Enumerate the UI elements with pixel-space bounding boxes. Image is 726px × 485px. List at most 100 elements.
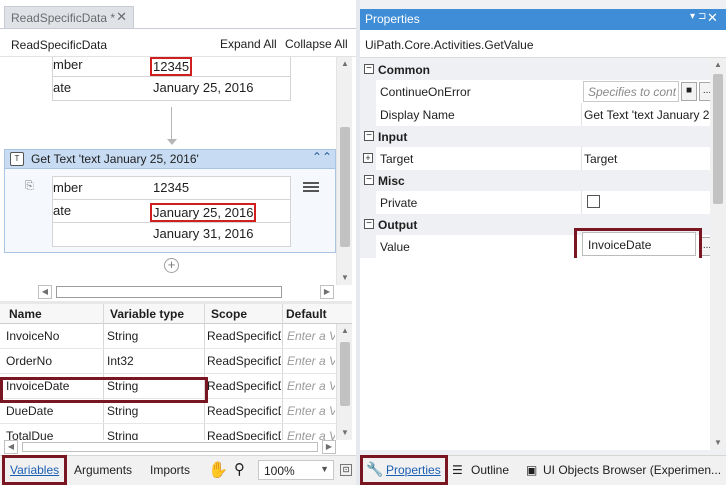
- scroll-left-icon[interactable]: ◀: [4, 440, 18, 454]
- scroll-thumb[interactable]: [713, 74, 723, 204]
- cell-divider: [581, 147, 582, 170]
- close-icon[interactable]: ✕: [707, 10, 718, 26]
- variable-type[interactable]: String: [107, 404, 138, 418]
- table-row: mber 12345: [53, 177, 290, 200]
- variable-default[interactable]: Enter a V: [287, 379, 335, 393]
- property-row-continue-on-error[interactable]: ContinueOnError Specifies to conti ■ ...: [360, 80, 726, 103]
- scroll-left-icon[interactable]: ◀: [38, 285, 52, 299]
- scroll-thumb[interactable]: [340, 342, 350, 406]
- properties-titlebar: Properties ▾ ⊐ ✕: [360, 9, 726, 30]
- tab-ui-objects-browser[interactable]: UI Objects Browser (Experimen...: [543, 463, 721, 477]
- expression-editor-icon[interactable]: ■: [681, 82, 697, 101]
- expand-all-button[interactable]: Expand All: [220, 37, 277, 51]
- scroll-right-icon[interactable]: ▶: [320, 285, 334, 299]
- variable-type[interactable]: String: [107, 329, 138, 343]
- table-row: January 31, 2016: [53, 223, 290, 246]
- row-value: January 31, 2016: [153, 226, 254, 241]
- variable-type[interactable]: Int32: [107, 354, 134, 368]
- table-row[interactable]: OrderNo Int32 ReadSpecificD Enter a V: [0, 349, 336, 374]
- category-misc[interactable]: − Misc: [360, 170, 726, 191]
- document-tab[interactable]: ReadSpecificData * ✕: [4, 6, 134, 28]
- tab-outline[interactable]: Outline: [471, 463, 509, 477]
- collapse-all-button[interactable]: Collapse All: [285, 37, 348, 51]
- variable-scope[interactable]: ReadSpecificD: [207, 329, 281, 343]
- pin-icon[interactable]: ⊐: [698, 11, 706, 22]
- variable-default[interactable]: Enter a V: [287, 404, 335, 418]
- column-header-name[interactable]: Name: [9, 307, 42, 321]
- category-common[interactable]: − Common: [360, 59, 726, 80]
- scroll-up-icon[interactable]: ▲: [337, 57, 353, 71]
- add-activity-icon[interactable]: +: [164, 258, 179, 273]
- variable-type[interactable]: String: [107, 429, 138, 440]
- dropdown-arrow-icon[interactable]: ▾: [690, 11, 695, 22]
- variable-default[interactable]: Enter a V: [287, 329, 335, 343]
- column-header-default[interactable]: Default: [286, 307, 327, 321]
- input-placeholder: Specifies to conti: [588, 85, 676, 99]
- zoom-search-icon[interactable]: ⚲: [234, 460, 245, 478]
- row-gutter: [360, 80, 376, 103]
- variables-vertical-scrollbar[interactable]: ▲ ▼: [336, 324, 352, 440]
- row-label: mber: [53, 57, 83, 72]
- target-value[interactable]: Target: [584, 152, 722, 166]
- scroll-down-icon[interactable]: ▼: [710, 436, 726, 450]
- scroll-thumb[interactable]: [340, 127, 350, 247]
- sequence-connector: [171, 107, 172, 139]
- property-row-private[interactable]: Private: [360, 191, 726, 214]
- hand-pan-icon[interactable]: ✋: [208, 460, 228, 480]
- collapse-toggle-icon[interactable]: −: [364, 64, 374, 74]
- scroll-down-icon[interactable]: ▼: [337, 426, 352, 440]
- canvas-horizontal-scrollbar[interactable]: ◀ ▶: [0, 285, 352, 299]
- collapse-toggle-icon[interactable]: −: [364, 131, 374, 141]
- property-row-target[interactable]: + Target Target: [360, 147, 726, 170]
- variable-scope[interactable]: ReadSpecificD: [207, 404, 281, 418]
- breadcrumb[interactable]: ReadSpecificData: [11, 38, 107, 52]
- tab-imports[interactable]: Imports: [150, 463, 190, 477]
- category-label: Misc: [378, 174, 405, 188]
- variable-name[interactable]: DueDate: [6, 404, 53, 418]
- properties-vertical-scrollbar[interactable]: ▲ ▼: [710, 58, 726, 450]
- activity-menu-icon[interactable]: [303, 180, 319, 194]
- fit-to-screen-icon[interactable]: ⊡: [340, 464, 352, 476]
- scroll-up-icon[interactable]: ▲: [710, 58, 726, 72]
- property-row-display-name[interactable]: Display Name Get Text 'text January 25,: [360, 103, 726, 126]
- category-label: Common: [378, 63, 430, 77]
- scroll-right-icon[interactable]: ▶: [322, 440, 336, 454]
- variable-name[interactable]: TotalDue: [6, 429, 53, 440]
- expand-toggle-icon[interactable]: +: [363, 153, 373, 163]
- canvas-vertical-scrollbar[interactable]: ▲ ▼: [336, 57, 352, 285]
- column-header-scope[interactable]: Scope: [211, 307, 247, 321]
- table-row[interactable]: InvoiceNo String ReadSpecificD Enter a V: [0, 324, 336, 349]
- variable-default[interactable]: Enter a V: [287, 354, 335, 368]
- private-checkbox[interactable]: [587, 195, 600, 208]
- table-row: mber 12345: [53, 57, 290, 77]
- variable-scope[interactable]: ReadSpecificD: [207, 354, 281, 368]
- row-value: January 25, 2016: [153, 80, 254, 95]
- scroll-up-icon[interactable]: ▲: [337, 324, 352, 338]
- workflow-designer-panel: ReadSpecificData * ✕ ReadSpecificData Ex…: [0, 0, 356, 485]
- collapse-toggle-icon[interactable]: −: [364, 219, 374, 229]
- zoom-select[interactable]: 100% ▼: [258, 460, 334, 480]
- tab-arguments[interactable]: Arguments: [74, 463, 132, 477]
- variable-default[interactable]: Enter a V: [287, 429, 335, 440]
- table-row[interactable]: TotalDue String ReadSpecificD Enter a V: [0, 424, 336, 440]
- scroll-thumb[interactable]: [22, 442, 318, 452]
- variable-scope[interactable]: ReadSpecificD: [207, 379, 281, 393]
- get-text-activity[interactable]: T Get Text 'text January 25, 2016' ⌃⌃ ⎘ …: [4, 149, 336, 253]
- collapse-toggle-icon[interactable]: −: [364, 175, 374, 185]
- variable-name[interactable]: InvoiceNo: [6, 329, 59, 343]
- category-input[interactable]: − Input: [360, 126, 726, 147]
- variable-scope[interactable]: ReadSpecificD: [207, 429, 281, 440]
- display-name-value[interactable]: Get Text 'text January 25,: [584, 108, 722, 122]
- collapse-chevron-icon[interactable]: ⌃⌃: [312, 150, 332, 164]
- row-value-selected: 12345: [150, 57, 193, 76]
- scroll-down-icon[interactable]: ▼: [337, 271, 353, 285]
- variable-name[interactable]: OrderNo: [6, 354, 52, 368]
- continue-on-error-input[interactable]: Specifies to conti: [583, 81, 679, 102]
- column-header-type[interactable]: Variable type: [110, 307, 184, 321]
- properties-panel: Properties ▾ ⊐ ✕ UiPath.Core.Activities.…: [360, 0, 726, 485]
- row-label: ate: [53, 203, 72, 218]
- variables-horizontal-scrollbar[interactable]: ◀ ▶: [0, 440, 352, 454]
- close-icon[interactable]: ✕: [116, 9, 127, 25]
- scroll-thumb[interactable]: [56, 286, 282, 298]
- activity-header[interactable]: T Get Text 'text January 25, 2016' ⌃⌃: [5, 150, 335, 169]
